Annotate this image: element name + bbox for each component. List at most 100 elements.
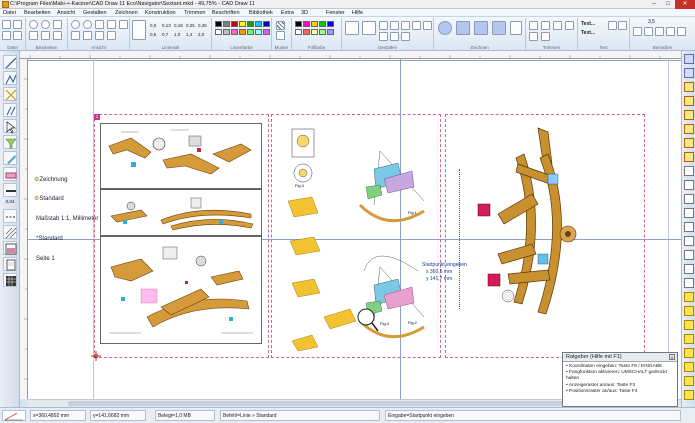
rotate-view-icon[interactable]: [684, 250, 694, 260]
chamfer-icon[interactable]: [529, 32, 538, 41]
grid-icon[interactable]: [95, 31, 104, 40]
fill-swatch-magenta[interactable]: [303, 21, 310, 27]
circle-tool-icon[interactable]: [438, 21, 452, 35]
fill-tool-icon[interactable]: [3, 135, 17, 149]
layer-row[interactable]: ⚙Zeichnung: [34, 176, 67, 183]
fill-swatch-green[interactable]: [319, 21, 326, 27]
offset-icon[interactable]: [541, 32, 550, 41]
3d-solid-icon[interactable]: [684, 390, 694, 400]
zoom-all-icon[interactable]: [107, 20, 116, 29]
line-width-option[interactable]: 0,7: [162, 32, 168, 37]
minimize-button[interactable]: –: [647, 0, 661, 9]
color-swatch-green[interactable]: [247, 21, 254, 27]
move-icon[interactable]: [390, 32, 399, 41]
dim-diameter-icon[interactable]: [677, 27, 686, 36]
break-icon[interactable]: [553, 21, 562, 30]
fill-swatch-lightblue[interactable]: [327, 29, 334, 35]
line-width-option[interactable]: 2,0: [198, 32, 204, 37]
line-width-icon[interactable]: [3, 183, 17, 197]
menu-konstruktion[interactable]: Konstruktion: [145, 10, 176, 16]
print-icon[interactable]: [13, 31, 22, 40]
drawing-canvas[interactable]: ⚙Zeichnung ⚙Standard Maßstab 1:1, Millim…: [28, 59, 681, 399]
cut-icon[interactable]: [53, 20, 62, 29]
fillet-icon[interactable]: [565, 21, 574, 30]
color-swatch-silver[interactable]: [223, 29, 230, 35]
rectangle-tool-icon[interactable]: [474, 21, 488, 35]
line-width-option[interactable]: 0,35: [198, 23, 207, 28]
3d-solid-icon[interactable]: [684, 320, 694, 330]
fill-swatch-lightyellow[interactable]: [311, 29, 318, 35]
line-width-option[interactable]: 0,13: [162, 23, 171, 28]
color-swatch-blue[interactable]: [263, 21, 270, 27]
line-width-option[interactable]: 1,4: [186, 32, 192, 37]
polyline-tool-icon[interactable]: [510, 21, 522, 35]
redraw-icon[interactable]: [83, 31, 92, 40]
3d-solid-icon[interactable]: [684, 306, 694, 316]
fill-swatch-lightgreen[interactable]: [319, 29, 326, 35]
fill-swatch-black[interactable]: [295, 21, 302, 27]
arrange-back-icon[interactable]: [362, 21, 376, 35]
rotate-view-icon[interactable]: [684, 236, 694, 246]
color-swatch-cyan[interactable]: [255, 21, 262, 27]
open-file-icon[interactable]: [13, 20, 22, 29]
redo-icon[interactable]: [41, 20, 50, 29]
line-tool-icon[interactable]: [3, 55, 17, 69]
menu-fenster[interactable]: Fenster: [326, 10, 345, 16]
align-icon[interactable]: [423, 21, 432, 30]
zoom-page-icon[interactable]: [119, 20, 128, 29]
dim-angle-icon[interactable]: [655, 27, 664, 36]
menu-ansicht[interactable]: Ansicht: [57, 10, 75, 16]
3d-cube-icon[interactable]: [684, 152, 694, 162]
dim-radius-icon[interactable]: [666, 27, 675, 36]
menu-gestalten[interactable]: Gestalten: [83, 10, 107, 16]
color-swatch-red[interactable]: [231, 21, 238, 27]
line-width-value[interactable]: 0,04: [3, 199, 17, 204]
menu-trimmen[interactable]: Trimmen: [184, 10, 206, 16]
copy-move-icon[interactable]: [401, 32, 410, 41]
3d-cube-icon[interactable]: [684, 110, 694, 120]
line-width-option[interactable]: 0,5: [150, 32, 156, 37]
undo-icon[interactable]: [29, 20, 38, 29]
line-width-option[interactable]: 0,0: [150, 23, 156, 28]
3d-cube-icon[interactable]: [684, 96, 694, 106]
group-objects-icon[interactable]: [379, 21, 388, 30]
triangle-tool-icon[interactable]: [456, 21, 470, 35]
color-swatch-white[interactable]: [215, 29, 222, 35]
3d-cube-icon[interactable]: [684, 124, 694, 134]
scrollbar-thumb[interactable]: [68, 401, 628, 406]
extend-icon[interactable]: [541, 21, 550, 30]
style-row[interactable]: ⚙Standard: [34, 195, 64, 202]
menu-extra[interactable]: Extra: [281, 10, 294, 16]
3d-solid-icon[interactable]: [684, 292, 694, 302]
menu-datei[interactable]: Datei: [3, 10, 16, 16]
line-width-option[interactable]: 0,25: [186, 23, 195, 28]
zoom-in-icon[interactable]: [71, 20, 80, 29]
text-button-2[interactable]: Text...: [581, 30, 595, 36]
3d-cube-icon[interactable]: [684, 138, 694, 148]
pattern-none-icon[interactable]: [276, 31, 285, 40]
rotate-view-icon[interactable]: [684, 180, 694, 190]
ungroup-objects-icon[interactable]: [390, 21, 399, 30]
color-swatch-lightcyan[interactable]: [255, 29, 262, 35]
pan-icon[interactable]: [71, 31, 80, 40]
delete-icon[interactable]: [53, 31, 62, 40]
rotate-view-icon[interactable]: [684, 222, 694, 232]
dim-linear-icon[interactable]: [633, 27, 642, 36]
color-swatch-pink[interactable]: [231, 29, 238, 35]
3d-solid-icon[interactable]: [684, 348, 694, 358]
rotate-view-icon[interactable]: [684, 264, 694, 274]
color-swatch-violet[interactable]: [263, 29, 270, 35]
arrange-front-icon[interactable]: [345, 21, 359, 35]
mirror-icon[interactable]: [401, 21, 410, 30]
menu-zeichnen[interactable]: Zeichnen: [115, 10, 138, 16]
eraser-icon[interactable]: [3, 167, 17, 181]
menu-bibliothek[interactable]: Bibliothek: [249, 10, 273, 16]
new-file-icon[interactable]: [2, 20, 11, 29]
close-button[interactable]: ✕: [675, 0, 695, 9]
menu-hilfe[interactable]: Hilfe: [352, 10, 363, 16]
text-style-icon[interactable]: [618, 21, 627, 30]
table-icon[interactable]: [3, 273, 17, 287]
menu-bearbeiten[interactable]: Bearbeiten: [24, 10, 51, 16]
3d-box-icon[interactable]: [684, 54, 694, 64]
document-icon[interactable]: [3, 257, 17, 271]
